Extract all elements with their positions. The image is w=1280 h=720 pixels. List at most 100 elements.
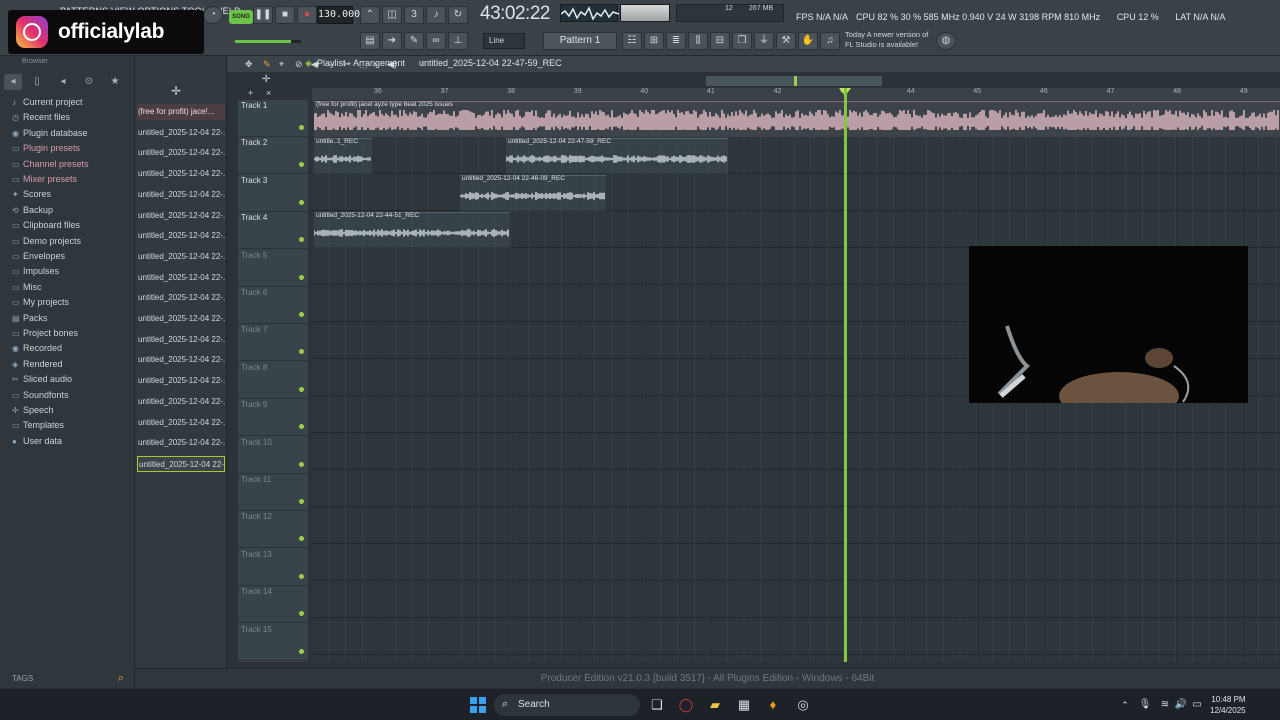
timeline-ruler[interactable]: 3637383940414243444546474849 <box>312 88 1280 100</box>
stop-button[interactable]: ■ <box>275 6 295 24</box>
track-header[interactable]: Track 6 <box>238 287 308 324</box>
browser-item[interactable]: ✢ Speech <box>12 403 54 417</box>
stamp-icon[interactable]: ⊥ <box>448 32 468 50</box>
picker-item[interactable]: untitled_2025-12-04 22-... <box>137 455 225 472</box>
browser-item[interactable]: ▭ My projects <box>12 295 69 309</box>
picker-item[interactable]: untitled_2025-12-04 22-... <box>137 249 225 265</box>
browser-item[interactable]: ▭ Envelopes <box>12 249 65 263</box>
browser-item[interactable]: ◷ Recent files <box>12 110 70 124</box>
picker-item[interactable]: untitled_2025-12-04 22-... <box>137 166 225 182</box>
track-mute-led[interactable] <box>299 573 304 579</box>
task-view-icon[interactable]: ❏ <box>648 696 666 714</box>
picker-item[interactable]: untitled_2025-12-04 22-... <box>137 352 225 368</box>
browser-item[interactable]: ▭ Templates <box>12 418 64 432</box>
browser-item[interactable]: ▭ Impulses <box>12 264 59 278</box>
loop-record-icon[interactable]: ↻ <box>448 6 468 24</box>
track-mute-led[interactable] <box>299 199 304 205</box>
track-mute-led[interactable] <box>299 237 304 243</box>
hand-icon[interactable]: ✋ <box>798 32 818 50</box>
close-icon[interactable]: × <box>266 88 271 98</box>
picker-item[interactable]: (free for profit) jace!... <box>137 104 225 120</box>
picker-item[interactable]: untitled_2025-12-04 22-... <box>137 270 225 286</box>
browser-item[interactable]: ◉ Recorded <box>12 341 62 355</box>
browser-item[interactable]: ▭ Channel presets <box>12 157 89 171</box>
browser-item[interactable]: ⟲ Backup <box>12 203 53 217</box>
windows-start-icon[interactable] <box>470 697 486 713</box>
search-icon[interactable]: ⌕ <box>118 672 124 685</box>
track-header[interactable]: Track 14 <box>238 586 308 624</box>
picker-item[interactable]: untitled_2025-12-04 22-... <box>137 145 225 161</box>
browser-item[interactable]: ◈ Rendered <box>12 357 63 371</box>
add-track-icon[interactable]: ✛ <box>262 74 270 85</box>
tags-label[interactable]: TAGS <box>12 674 33 683</box>
tempo-knob-icon[interactable]: ◔ <box>203 6 223 24</box>
picker-item[interactable]: untitled_2025-12-04 22-... <box>137 332 225 348</box>
track-mute-led[interactable] <box>299 424 304 430</box>
audio-clip[interactable]: untitled_2025-12-04 22-47-59_REC <box>506 138 728 174</box>
microphone-icon[interactable]: 🎙 <box>1136 696 1154 714</box>
browser-item[interactable]: ✂ Sliced audio <box>12 372 72 386</box>
picker-item[interactable]: untitled_2025-12-04 22-... <box>137 435 225 451</box>
step-edit-icon[interactable]: ♪ <box>426 6 446 24</box>
picker-item[interactable]: untitled_2025-12-04 22-... <box>137 125 225 141</box>
paint-tool-icon[interactable]: ⌖ <box>279 59 284 70</box>
opera-icon[interactable]: ◯ <box>677 696 695 714</box>
picker-item[interactable]: untitled_2025-12-04 22-... <box>137 311 225 327</box>
picker-item[interactable]: untitled_2025-12-04 22-... <box>137 373 225 389</box>
browser-item[interactable]: ◉ Plugin database <box>12 126 88 140</box>
picker-item[interactable]: untitled_2025-12-04 22-... <box>137 228 225 244</box>
browser-toggle-icon[interactable]: ⊟ <box>710 32 730 50</box>
globe-icon[interactable]: ◍ <box>936 32 956 50</box>
browser-item[interactable]: ♪ Current project <box>12 95 83 109</box>
track-mute-led[interactable] <box>299 461 304 467</box>
tray-chevron-icon[interactable]: ⌃ <box>1116 696 1134 714</box>
arrow-icon[interactable]: ➜ <box>382 32 402 50</box>
pencil-icon[interactable]: ✎ <box>404 32 424 50</box>
track-header[interactable]: Track 7 <box>238 324 308 362</box>
track-mute-led[interactable] <box>299 536 304 542</box>
track-header[interactable]: Track 10 <box>238 437 308 474</box>
track-mute-led[interactable] <box>299 312 304 317</box>
collapse-icon[interactable]: ◂ <box>54 74 72 90</box>
browser-item[interactable]: ▭ Project bones <box>12 326 78 340</box>
browser-back-icon[interactable]: ◂ <box>4 74 22 90</box>
metronome-icon[interactable]: ⌃ <box>360 6 380 24</box>
browser-item[interactable]: ▭ Plugin presets <box>12 141 80 155</box>
track-header[interactable]: Track 15 <box>238 624 308 661</box>
mixer-view-icon[interactable]: ⫼ <box>688 32 708 50</box>
clipboard-icon[interactable]: ❐ <box>732 32 752 50</box>
playlist-view-icon[interactable]: ▤ <box>360 32 380 50</box>
record-button[interactable]: ● <box>297 6 317 24</box>
picker-item[interactable]: untitled_2025-12-04 22-... <box>137 394 225 410</box>
browser-item[interactable]: ✦ Scores <box>12 187 51 201</box>
browser-item[interactable]: ● User data <box>12 434 62 448</box>
track-header[interactable]: Track 9 <box>238 399 308 437</box>
link-icon[interactable]: ∞ <box>426 32 446 50</box>
picker-item[interactable]: untitled_2025-12-04 22-... <box>137 415 225 431</box>
track-header[interactable]: Track 2 <box>238 137 308 175</box>
browser-item[interactable]: ▭ Soundfonts <box>12 388 69 402</box>
track-header[interactable]: Track 1 <box>238 100 308 137</box>
picker-item[interactable]: untitled_2025-12-04 22-... <box>137 290 225 306</box>
track-header[interactable]: Track 11 <box>238 474 308 511</box>
track-header[interactable]: Track 3 <box>238 175 308 212</box>
playlist-play-icon[interactable]: ◈ <box>305 58 312 69</box>
star-icon[interactable]: ★ <box>106 74 124 90</box>
browser-item[interactable]: ▭ Clipboard files <box>12 218 80 232</box>
pattern-select[interactable]: Pattern 1 <box>543 32 617 50</box>
piano-roll-icon[interactable]: ≣ <box>666 32 686 50</box>
snap-icon[interactable]: ⊙ <box>80 74 98 90</box>
browser-item[interactable]: ▤ Packs <box>12 311 48 325</box>
fl-studio-taskbar-icon[interactable]: ♦ <box>764 696 782 714</box>
browser-item[interactable]: ▭ Mixer presets <box>12 172 77 186</box>
note-icon[interactable]: ♫ <box>820 32 840 50</box>
taskbar-search[interactable]: Search <box>494 694 640 716</box>
tempo-display[interactable]: 130.000 <box>317 6 360 24</box>
track-mute-led[interactable] <box>299 274 304 280</box>
plus-icon[interactable]: + <box>248 88 253 98</box>
snap-select[interactable]: Line <box>483 33 525 49</box>
track-mute-led[interactable] <box>299 499 304 504</box>
track-header[interactable]: Track 13 <box>238 549 308 586</box>
channel-rack-icon[interactable]: ⊞ <box>644 32 664 50</box>
countdown-icon[interactable]: 3 <box>404 6 424 24</box>
